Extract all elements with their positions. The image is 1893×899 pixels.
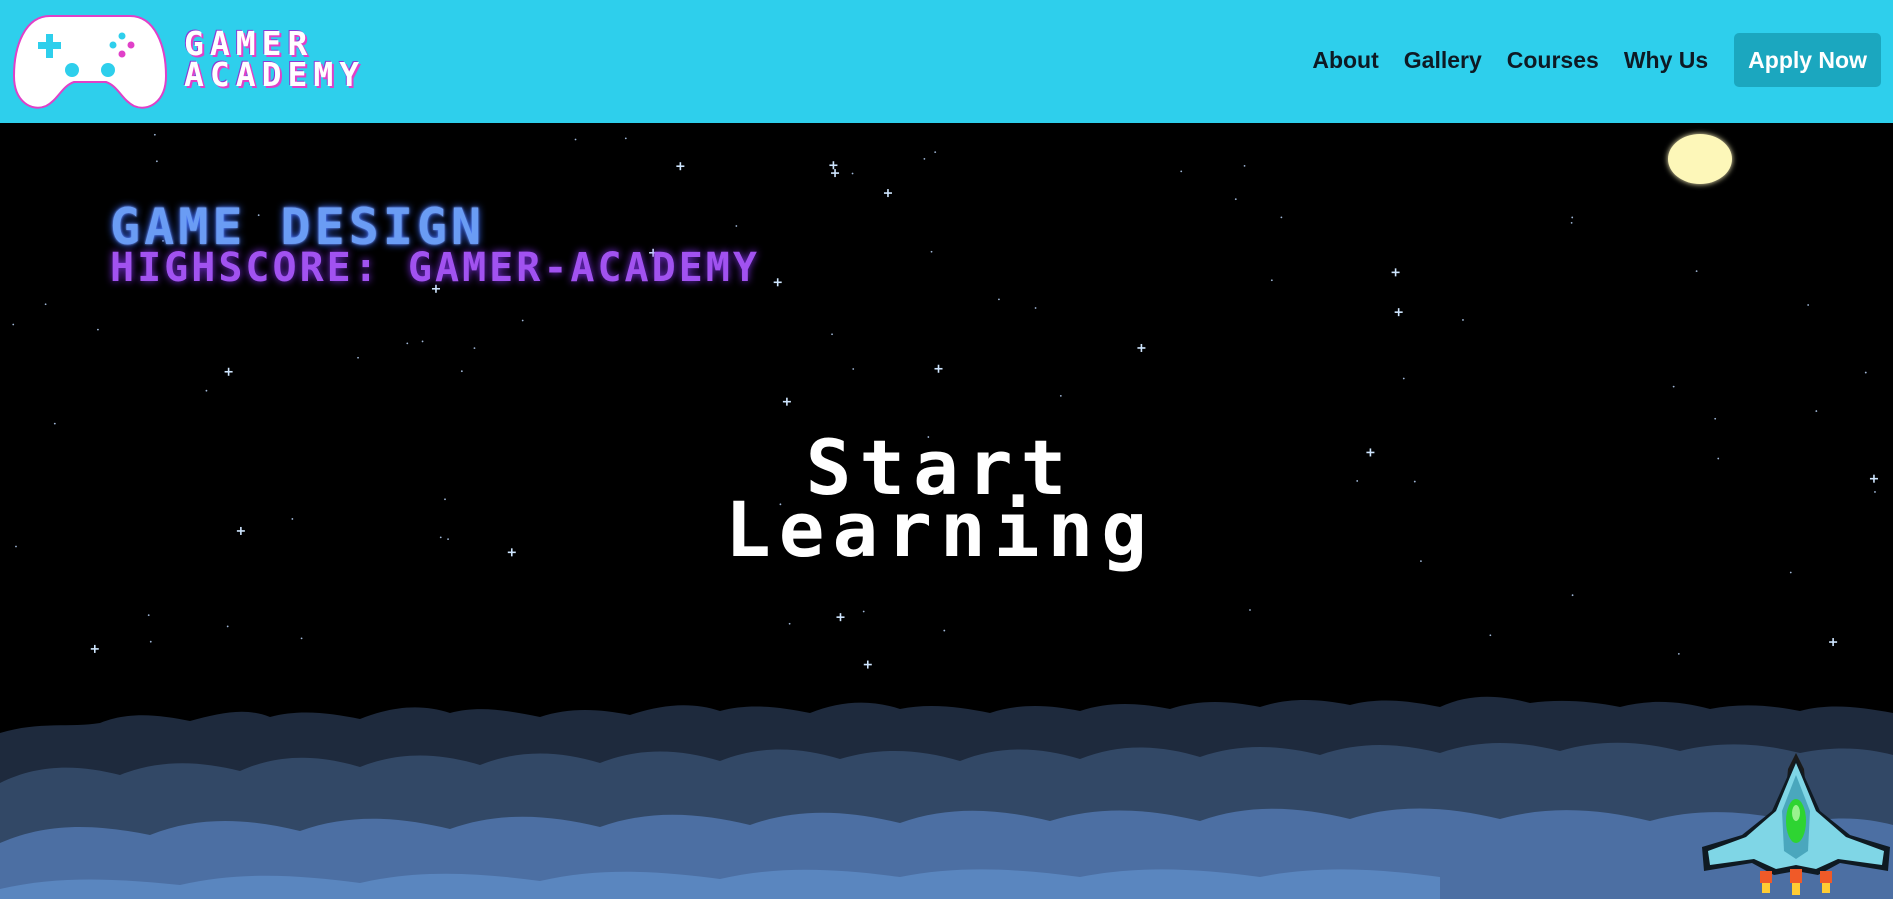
star-dot bbox=[12, 323, 15, 326]
star-dot bbox=[1234, 198, 1237, 201]
star-dot bbox=[473, 347, 476, 350]
star-dot bbox=[1034, 307, 1037, 309]
star-dot bbox=[205, 389, 208, 392]
star-icon bbox=[829, 161, 838, 170]
star-dot bbox=[1571, 216, 1574, 219]
star-icon bbox=[883, 189, 892, 198]
star-dot bbox=[1402, 377, 1405, 380]
star-dot bbox=[943, 629, 946, 632]
star-icon bbox=[773, 278, 782, 287]
star-dot bbox=[300, 637, 303, 640]
start-learning-line2: Learning bbox=[724, 485, 1156, 574]
star-dot bbox=[1462, 319, 1464, 321]
star-dot bbox=[1874, 491, 1876, 493]
star-icon bbox=[863, 660, 872, 669]
star-dot bbox=[1695, 270, 1698, 273]
star-dot bbox=[1807, 304, 1810, 306]
star-dot bbox=[357, 356, 359, 359]
star-dot bbox=[1420, 560, 1422, 563]
star-dot bbox=[44, 303, 47, 306]
star-icon bbox=[934, 364, 943, 373]
brand-logo[interactable]: GAMER ACADEMY bbox=[10, 6, 430, 112]
star-icon bbox=[836, 613, 845, 622]
star-dot bbox=[831, 333, 833, 336]
hero-subtitle: HIGHSCORE: GAMER-ACADEMY bbox=[110, 245, 760, 291]
star-icon bbox=[1829, 638, 1838, 647]
star-dot bbox=[624, 137, 627, 140]
star-dot bbox=[447, 538, 449, 540]
moon-icon bbox=[1668, 134, 1732, 184]
star-dot bbox=[1672, 385, 1675, 388]
star-dot bbox=[788, 622, 791, 625]
main-nav: About Gallery Courses Why Us Apply Now bbox=[1287, 33, 1881, 87]
gamepad-icon bbox=[12, 15, 168, 109]
star-icon bbox=[1394, 308, 1403, 317]
star-dot bbox=[1059, 394, 1062, 397]
star-icon bbox=[782, 397, 791, 406]
star-dot bbox=[1243, 164, 1246, 167]
apply-now-button[interactable]: Apply Now bbox=[1734, 33, 1881, 87]
star-dot bbox=[1789, 571, 1792, 574]
star-dot bbox=[1677, 652, 1680, 655]
star-dot bbox=[460, 370, 463, 373]
star-dot bbox=[862, 610, 865, 613]
star-dot bbox=[923, 157, 926, 160]
spaceship-icon bbox=[1702, 753, 1890, 895]
star-icon bbox=[507, 548, 516, 557]
nav-courses[interactable]: Courses bbox=[1507, 47, 1599, 74]
star-dot bbox=[406, 342, 409, 345]
star-dot bbox=[226, 625, 229, 628]
star-dot bbox=[1570, 221, 1573, 224]
star-dot bbox=[147, 614, 150, 617]
star-icon bbox=[831, 169, 840, 178]
clouds-illustration bbox=[0, 696, 1893, 899]
hero-title: GAME DESIGN bbox=[110, 198, 486, 256]
star-dot bbox=[1714, 417, 1717, 420]
star-dot bbox=[15, 545, 17, 548]
star-dot bbox=[444, 498, 446, 501]
star-dot bbox=[1864, 371, 1867, 374]
star-dot bbox=[852, 368, 855, 370]
brand-name: GAMER ACADEMY bbox=[184, 27, 366, 94]
star-dot bbox=[155, 160, 158, 163]
star-dot bbox=[97, 328, 99, 331]
star-dot bbox=[1489, 634, 1492, 637]
nav-about[interactable]: About bbox=[1312, 47, 1378, 74]
star-icon bbox=[236, 526, 245, 535]
star-icon bbox=[676, 162, 685, 171]
star-dot bbox=[153, 133, 156, 136]
star-icon bbox=[224, 367, 233, 376]
brand-line2: ACADEMY bbox=[184, 55, 366, 94]
star-icon bbox=[1137, 343, 1146, 352]
star-dot bbox=[851, 172, 854, 175]
star-dot bbox=[1717, 457, 1720, 460]
star-icon bbox=[1366, 448, 1375, 457]
star-dot bbox=[1815, 410, 1818, 412]
star-dot bbox=[930, 250, 933, 253]
nav-gallery[interactable]: Gallery bbox=[1404, 47, 1482, 74]
star-dot bbox=[574, 138, 577, 141]
star-icon bbox=[1391, 268, 1400, 277]
start-learning-link[interactable]: Start Learning bbox=[520, 430, 1360, 574]
star-dot bbox=[1249, 609, 1251, 611]
star-dot bbox=[521, 319, 524, 322]
star-dot bbox=[1413, 480, 1416, 483]
star-dot bbox=[149, 640, 152, 643]
hero-section: GAME DESIGN HIGHSCORE: GAMER-ACADEMY Sta… bbox=[0, 123, 1893, 899]
nav-why-us[interactable]: Why Us bbox=[1624, 47, 1708, 74]
star-dot bbox=[1571, 594, 1574, 597]
star-icon bbox=[90, 644, 99, 653]
star-dot bbox=[53, 422, 56, 425]
star-dot bbox=[439, 536, 442, 539]
top-navbar: GAMER ACADEMY About Gallery Courses Why … bbox=[0, 0, 1893, 123]
star-dot bbox=[1180, 170, 1183, 173]
star-dot bbox=[421, 340, 424, 343]
star-dot bbox=[1280, 216, 1283, 219]
star-dot bbox=[934, 151, 937, 154]
star-dot bbox=[998, 298, 1000, 301]
hero-headline: GAME DESIGN HIGHSCORE: GAMER-ACADEMY bbox=[110, 198, 760, 291]
star-icon bbox=[1869, 474, 1878, 483]
star-dot bbox=[1270, 279, 1273, 282]
star-dot bbox=[291, 518, 294, 520]
